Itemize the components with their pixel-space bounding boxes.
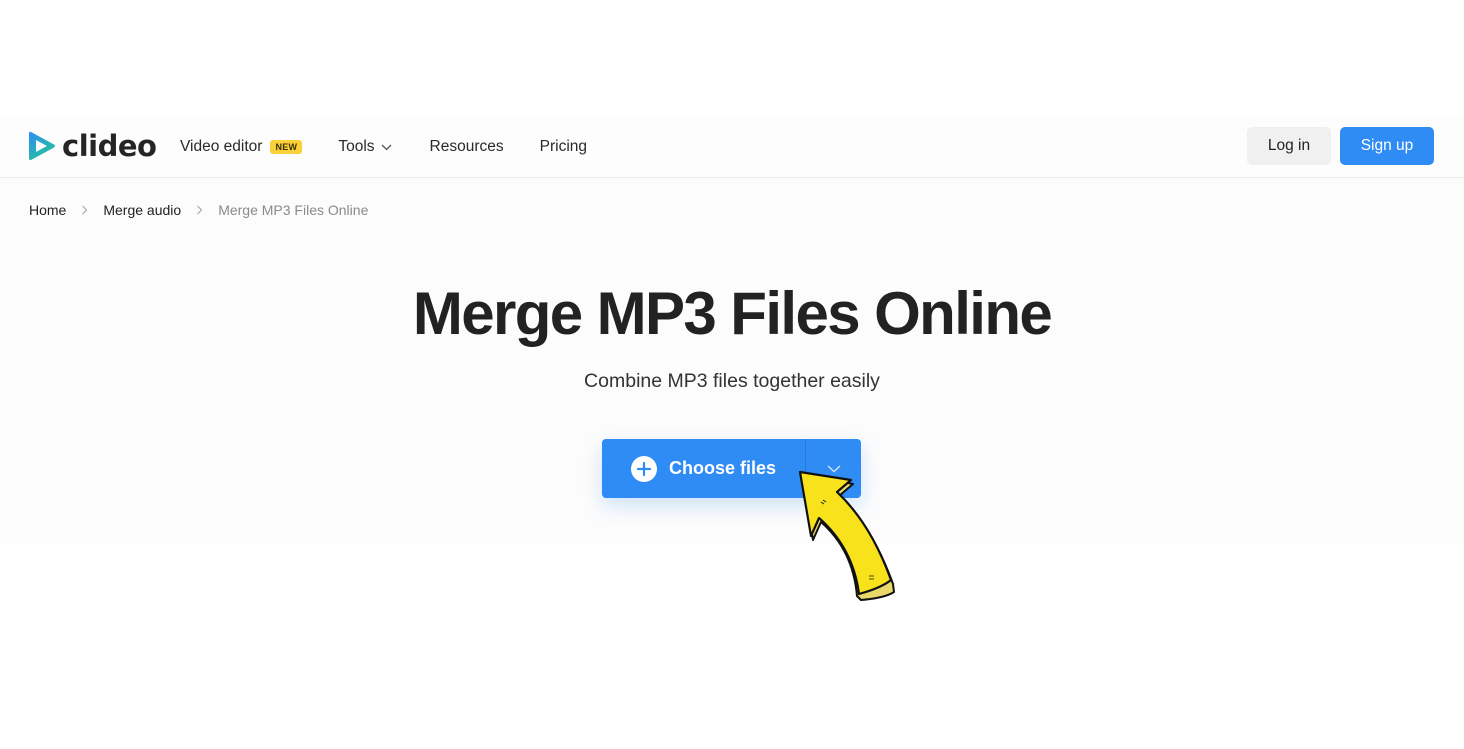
- logo-play-icon: [29, 131, 55, 160]
- logo[interactable]: clideo: [28, 128, 157, 163]
- page: clideo Video editor NEW Tools Resources …: [0, 118, 1464, 543]
- nav-resources-label: Resources: [429, 138, 504, 155]
- nav-tools-label: Tools: [338, 138, 375, 155]
- nav-pricing[interactable]: Pricing: [540, 138, 587, 156]
- signup-button[interactable]: Sign up: [1340, 127, 1434, 165]
- choose-files-dropdown-button[interactable]: [806, 439, 861, 498]
- breadcrumb: Home Merge audio Merge MP3 Files Online: [29, 202, 368, 218]
- plus-circle-icon: [630, 455, 657, 482]
- page-subtitle: Combine MP3 files together easily: [584, 370, 880, 392]
- login-button[interactable]: Log in: [1247, 127, 1331, 165]
- new-badge: NEW: [270, 140, 303, 154]
- page-title: Merge MP3 Files Online: [412, 280, 1053, 347]
- nav-tools[interactable]: Tools: [338, 138, 392, 156]
- choose-files-button[interactable]: Choose files: [602, 439, 806, 498]
- nav-resources[interactable]: Resources: [430, 138, 504, 156]
- chevron-right-icon: [197, 205, 203, 215]
- choose-files-label: Choose files: [668, 458, 777, 478]
- chevron-down-icon: [381, 144, 392, 150]
- breadcrumb-merge-audio[interactable]: Merge audio: [103, 202, 181, 218]
- nav-pricing-label: Pricing: [539, 138, 588, 155]
- breadcrumb-home[interactable]: Home: [29, 202, 66, 218]
- chevron-right-icon: [82, 205, 88, 215]
- choose-files-control: Choose files: [602, 439, 861, 498]
- logo-text: clideo: [62, 128, 157, 163]
- nav-video-editor[interactable]: Video editor NEW: [180, 138, 303, 156]
- site-header: clideo Video editor NEW Tools Resources …: [0, 118, 1464, 178]
- nav-video-editor-label: Video editor: [180, 138, 263, 155]
- main-nav: Video editor NEW Tools Resources Pricing: [180, 118, 587, 176]
- chevron-down-icon: [827, 464, 840, 472]
- breadcrumb-current: Merge MP3 Files Online: [218, 202, 369, 218]
